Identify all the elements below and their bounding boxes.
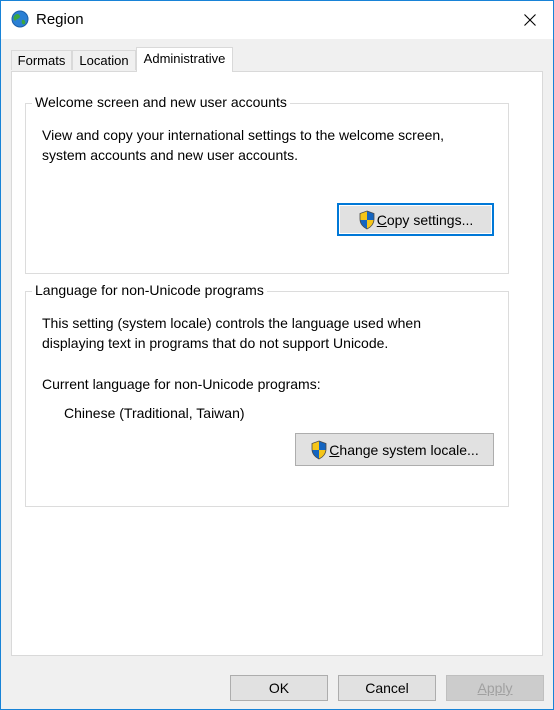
cancel-button[interactable]: Cancel bbox=[338, 675, 436, 701]
copy-settings-button[interactable]: Copy settings... bbox=[337, 203, 494, 236]
title-bar: Region bbox=[1, 1, 553, 39]
non-unicode-group: Language for non-Unicode programs This s… bbox=[25, 282, 509, 507]
tab-formats[interactable]: Formats bbox=[11, 50, 72, 70]
group-title-welcome: Welcome screen and new user accounts bbox=[32, 94, 290, 110]
window-title: Region bbox=[36, 11, 84, 28]
locale-description: This setting (system locale) controls th… bbox=[42, 315, 421, 351]
apply-button[interactable]: Apply bbox=[446, 675, 544, 701]
current-language-value: Chinese (Traditional, Taiwan) bbox=[64, 405, 245, 421]
current-language-label: Current language for non-Unicode program… bbox=[42, 376, 321, 392]
region-dialog: Region Formats Location Administrative W… bbox=[0, 0, 554, 710]
tab-administrative[interactable]: Administrative bbox=[136, 47, 233, 72]
change-system-locale-button[interactable]: Change system locale... bbox=[295, 433, 494, 466]
welcome-screen-group: Welcome screen and new user accounts Vie… bbox=[25, 94, 509, 274]
change-system-locale-label: Change system locale... bbox=[329, 441, 479, 458]
copy-settings-label: Copy settings... bbox=[376, 211, 474, 228]
uac-shield-icon bbox=[311, 440, 327, 459]
tab-location[interactable]: Location bbox=[72, 50, 136, 70]
welcome-description: View and copy your international setting… bbox=[42, 127, 445, 163]
close-icon bbox=[524, 14, 536, 26]
ok-button[interactable]: OK bbox=[230, 675, 328, 701]
group-title-non-unicode: Language for non-Unicode programs bbox=[32, 282, 267, 298]
globe-icon bbox=[10, 9, 30, 29]
administrative-panel: Welcome screen and new user accounts Vie… bbox=[11, 71, 543, 656]
close-button[interactable] bbox=[507, 1, 553, 39]
uac-shield-icon bbox=[359, 210, 375, 229]
